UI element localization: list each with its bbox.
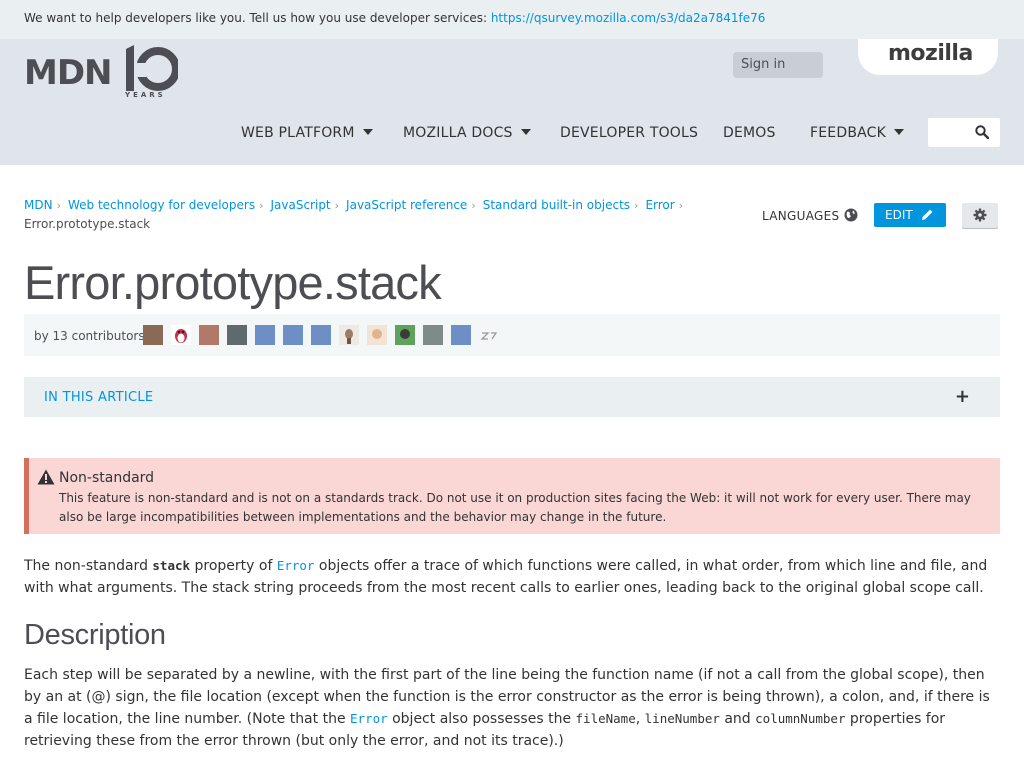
text: and bbox=[719, 711, 756, 727]
mozilla-wordmark: mozilla bbox=[888, 41, 973, 66]
avatar[interactable] bbox=[339, 325, 359, 345]
nav-mozilla-docs[interactable]: MOZILLA DOCS bbox=[403, 125, 531, 141]
avatar[interactable] bbox=[255, 325, 275, 345]
breadcrumb-link-error[interactable]: Error bbox=[645, 198, 674, 212]
breadcrumb: MDN › Web technology for developers › JavaSc… bbox=[24, 196, 724, 233]
nav-label: DEMOS bbox=[723, 125, 776, 141]
breadcrumb-link-web-technology[interactable]: Web technology for developers bbox=[68, 198, 255, 212]
avatar[interactable] bbox=[143, 325, 163, 345]
contributors-bar: by 13 contributors: bbox=[24, 314, 1000, 356]
chevron-right-icon: › bbox=[471, 199, 476, 212]
warning-title: Non-standard bbox=[59, 470, 155, 486]
avatar[interactable] bbox=[367, 325, 387, 345]
avatar[interactable] bbox=[311, 325, 331, 345]
text: property of bbox=[190, 558, 277, 574]
ten-years-icon bbox=[126, 45, 178, 91]
survey-text: We want to help developers like you. Tel… bbox=[24, 11, 491, 25]
in-this-article-label: IN THIS ARTICLE bbox=[44, 390, 154, 405]
languages-button[interactable]: LANGUAGES bbox=[762, 209, 839, 223]
avatar[interactable] bbox=[227, 325, 247, 345]
avatar[interactable] bbox=[395, 325, 415, 345]
avatar[interactable] bbox=[423, 325, 443, 345]
code-stack: stack bbox=[152, 558, 191, 573]
description-paragraph: Each step will be separated by a newline… bbox=[24, 664, 1000, 752]
caret-down-icon bbox=[362, 129, 373, 135]
avatar[interactable] bbox=[451, 325, 471, 345]
survey-link[interactable]: https://qsurvey.mozilla.com/s3/da2a7841f… bbox=[491, 11, 766, 25]
sign-in-button[interactable]: Sign in bbox=[733, 52, 823, 78]
non-standard-warning: Non-standard This feature is non-standar… bbox=[24, 458, 1000, 534]
search-icon[interactable] bbox=[975, 125, 989, 139]
contributors-label: by 13 contributors: bbox=[34, 329, 149, 343]
avatar[interactable] bbox=[479, 325, 499, 345]
error-link[interactable]: Error bbox=[277, 558, 315, 573]
nav-label: DEVELOPER TOOLS bbox=[560, 125, 699, 141]
chevron-right-icon: › bbox=[56, 199, 61, 212]
search-input[interactable] bbox=[928, 118, 1000, 147]
text: , bbox=[635, 711, 645, 727]
warning-icon bbox=[37, 469, 55, 485]
breadcrumb-link-built-in-objects[interactable]: Standard built-in objects bbox=[483, 198, 630, 212]
description-heading: Description bbox=[24, 619, 166, 651]
avatar[interactable] bbox=[283, 325, 303, 345]
survey-banner: We want to help developers like you. Tel… bbox=[0, 0, 1024, 39]
nav-developer-tools[interactable]: DEVELOPER TOOLS bbox=[560, 125, 698, 141]
code-filename: fileName bbox=[575, 711, 636, 726]
chevron-right-icon: › bbox=[634, 199, 639, 212]
caret-down-icon bbox=[520, 129, 531, 135]
edit-button[interactable]: EDIT bbox=[874, 203, 946, 227]
nav-label: FEEDBACK bbox=[810, 125, 887, 141]
page-title: Error.prototype.stack bbox=[24, 256, 442, 309]
globe-icon[interactable] bbox=[844, 208, 858, 222]
mozilla-tab[interactable]: mozilla bbox=[858, 39, 998, 75]
error-link[interactable]: Error bbox=[350, 711, 388, 726]
nav-demos[interactable]: DEMOS bbox=[723, 125, 776, 141]
caret-down-icon bbox=[894, 129, 905, 135]
logo-years: YEARS bbox=[125, 91, 166, 99]
settings-button[interactable] bbox=[962, 203, 998, 228]
chevron-right-icon: › bbox=[334, 199, 340, 212]
breadcrumb-link-js-reference[interactable]: JavaScript reference bbox=[346, 198, 467, 212]
text: The non-standard bbox=[24, 558, 153, 574]
logo-text: MDN bbox=[24, 53, 113, 93]
intro-paragraph: The non-standard stack property of Error… bbox=[24, 555, 1000, 599]
in-this-article-toggle[interactable]: IN THIS ARTICLE + bbox=[24, 377, 1000, 417]
nav-label: WEB PLATFORM bbox=[241, 125, 355, 141]
nav-web-platform[interactable]: WEB PLATFORM bbox=[241, 125, 373, 141]
warning-text: This feature is non-standard and is not … bbox=[59, 491, 971, 524]
code-columnnumber: columnNumber bbox=[755, 711, 846, 726]
gear-icon bbox=[973, 208, 987, 222]
site-header: MDN YEARS Sign in mozilla WEB PLATFORM M… bbox=[0, 39, 1024, 165]
text: object also possesses the bbox=[387, 711, 576, 727]
chevron-right-icon: › bbox=[678, 199, 684, 212]
nav-label: MOZILLA DOCS bbox=[403, 125, 513, 141]
pencil-icon bbox=[922, 209, 933, 220]
nav-feedback[interactable]: FEEDBACK bbox=[810, 125, 905, 141]
breadcrumb-current: Error.prototype.stack bbox=[24, 217, 151, 231]
code-linenumber: lineNumber bbox=[644, 711, 720, 726]
avatar[interactable] bbox=[171, 325, 191, 345]
chevron-right-icon: › bbox=[259, 199, 264, 212]
breadcrumb-link-javascript[interactable]: JavaScript bbox=[270, 198, 330, 212]
breadcrumb-link-mdn[interactable]: MDN bbox=[24, 198, 53, 212]
avatar[interactable] bbox=[199, 325, 219, 345]
edit-label: EDIT bbox=[885, 208, 913, 222]
plus-icon[interactable]: + bbox=[955, 386, 970, 407]
mdn-logo[interactable]: MDN YEARS bbox=[24, 43, 184, 101]
